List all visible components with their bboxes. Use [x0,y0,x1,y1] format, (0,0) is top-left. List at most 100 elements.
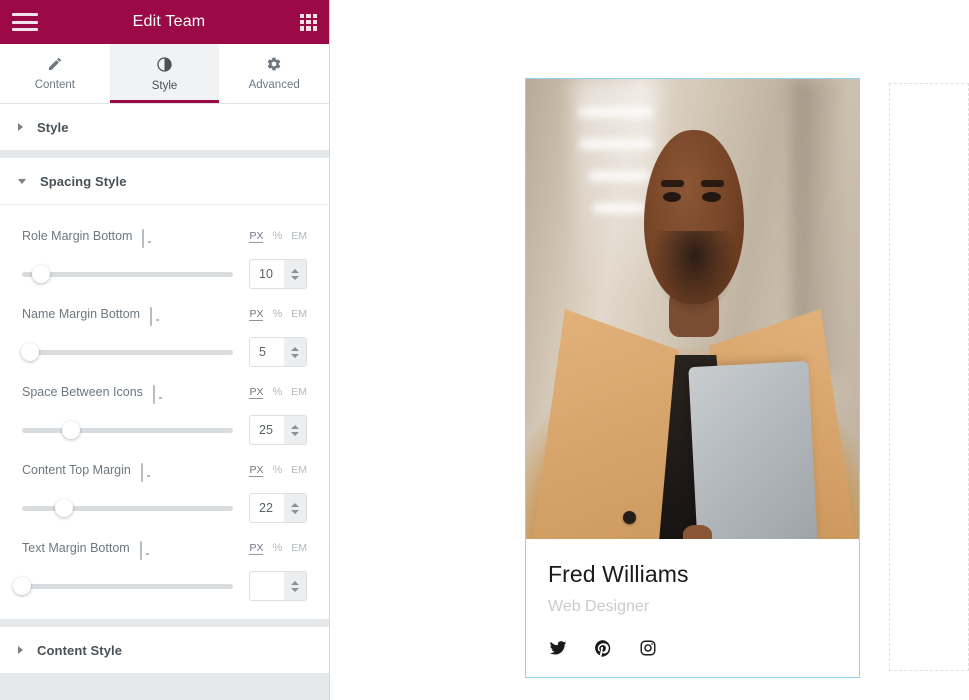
app-root: Edit Team Content Style Advanced Style S… [0,0,969,700]
editor-panel: Edit Team Content Style Advanced Style S… [0,0,330,700]
team-member-info: Fred Williams Web Designer [526,539,859,678]
stepper-buttons[interactable] [284,338,306,366]
slider-text-margin-bottom[interactable] [13,577,233,595]
unit-px[interactable]: PX [249,386,264,399]
stepper-buttons[interactable] [284,494,306,522]
slider-knob[interactable] [21,343,40,361]
instagram-icon[interactable] [638,638,658,658]
panel-filler [0,673,329,700]
slider-role-margin-bottom[interactable] [22,265,233,283]
section-style-header[interactable]: Style [0,104,329,150]
numberbox-name-margin-bottom[interactable]: 5 [249,337,307,367]
desktop-monitor-icon[interactable] [152,384,168,404]
team-member-photo: 🍎 [526,79,859,539]
unit-switcher: PX % EM [249,386,307,399]
section-content-style-label: Content Style [37,642,123,658]
team-member-name: Fred Williams [548,561,689,587]
section-style: Style [0,104,329,150]
unit-percent[interactable]: % [272,386,282,398]
number-value: 10 [259,267,273,281]
chevron-right-icon [18,123,23,131]
unit-em[interactable]: EM [291,386,307,398]
pinterest-icon[interactable] [593,638,613,658]
control-space-between-icons: Space Between Icons PX % EM 25 [22,367,307,445]
tab-style[interactable]: Style [109,44,220,103]
slider-knob[interactable] [55,499,74,517]
control-content-top-margin: Content Top Margin PX % EM 22 [22,445,307,523]
panel-tabs: Content Style Advanced [0,44,330,104]
unit-switcher: PX % EM [249,230,307,243]
unit-em[interactable]: EM [291,308,307,320]
tab-content[interactable]: Content [0,44,110,103]
pencil-icon [47,56,63,72]
desktop-monitor-icon[interactable] [140,462,156,482]
desktop-monitor-icon[interactable] [142,228,157,248]
slider-track [22,584,233,589]
unit-percent[interactable]: % [272,464,282,476]
chevron-down-icon [18,178,26,184]
unit-switcher: PX % EM [249,542,307,555]
stepper-buttons[interactable] [284,416,306,444]
unit-em[interactable]: EM [291,230,307,242]
section-gap [0,150,329,158]
control-label: Role Margin Bottom [22,229,133,243]
team-member-widget[interactable]: 🍎 Fred Williams Web Designer [525,78,860,678]
preview-canvas: 🍎 Fred Williams Web Designer [330,0,969,700]
control-label: Space Between Icons [22,385,143,399]
control-role-margin-bottom: Role Margin Bottom PX % EM 10 [22,211,307,289]
tab-advanced[interactable]: Advanced [219,44,330,103]
panel-body: Style Spacing Style Role Margin Bottom P… [0,104,329,700]
control-name-margin-bottom: Name Margin Bottom PX % EM 5 [21,289,307,367]
slider-space-between-icons[interactable] [22,421,233,439]
slider-content-top-margin[interactable] [22,499,233,517]
number-value: 5 [259,345,266,359]
tab-advanced-label: Advanced [248,79,300,91]
slider-track [22,506,233,511]
hamburger-menu-icon[interactable] [12,13,38,31]
social-links [548,638,837,658]
stepper-buttons[interactable] [284,572,306,600]
section-content-style: Content Style [0,627,329,673]
numberbox-text-margin-bottom[interactable] [249,571,307,601]
section-content-style-header[interactable]: Content Style [0,627,329,673]
tab-style-label: Style [151,79,178,92]
unit-px[interactable]: PX [249,464,264,477]
section-gap [0,619,329,627]
stepper-buttons[interactable] [284,260,306,288]
slider-knob[interactable] [13,577,31,595]
numberbox-role-margin-bottom[interactable]: 10 [249,259,307,289]
desktop-monitor-icon[interactable] [150,306,165,326]
grid-apps-icon[interactable] [300,13,317,31]
section-spacing-style: Spacing Style Role Margin Bottom PX % EM… [0,158,329,619]
section-spacing-style-label: Spacing Style [40,173,127,189]
gear-icon [266,56,282,72]
contrast-half-circle-icon [156,56,173,73]
unit-em[interactable]: EM [291,542,307,554]
slider-track [22,428,233,433]
section-style-label: Style [37,119,69,135]
number-value: 25 [259,423,273,437]
section-spacing-style-header[interactable]: Spacing Style [0,158,329,204]
slider-track [22,350,233,355]
control-text-margin-bottom: Text Margin Bottom PX % EM [13,523,307,601]
panel-title: Edit Team [132,13,206,30]
unit-px[interactable]: PX [249,308,264,321]
unit-percent[interactable]: % [272,308,282,320]
unit-percent[interactable]: % [272,542,282,554]
chevron-right-icon [18,646,23,654]
numberbox-content-top-margin[interactable]: 22 [249,493,307,523]
unit-px[interactable]: PX [249,542,264,555]
empty-column-placeholder[interactable] [889,83,969,671]
unit-percent[interactable]: % [272,230,282,242]
slider-knob[interactable] [31,265,50,283]
desktop-monitor-icon[interactable] [139,540,155,560]
slider-knob[interactable] [61,421,80,439]
slider-track [22,272,233,277]
control-label: Name Margin Bottom [22,307,141,321]
unit-px[interactable]: PX [249,230,264,243]
unit-em[interactable]: EM [291,464,307,476]
twitter-icon[interactable] [548,638,568,658]
numberbox-space-between-icons[interactable]: 25 [249,415,307,445]
slider-name-margin-bottom[interactable] [21,343,233,361]
unit-switcher: PX % EM [249,308,307,321]
